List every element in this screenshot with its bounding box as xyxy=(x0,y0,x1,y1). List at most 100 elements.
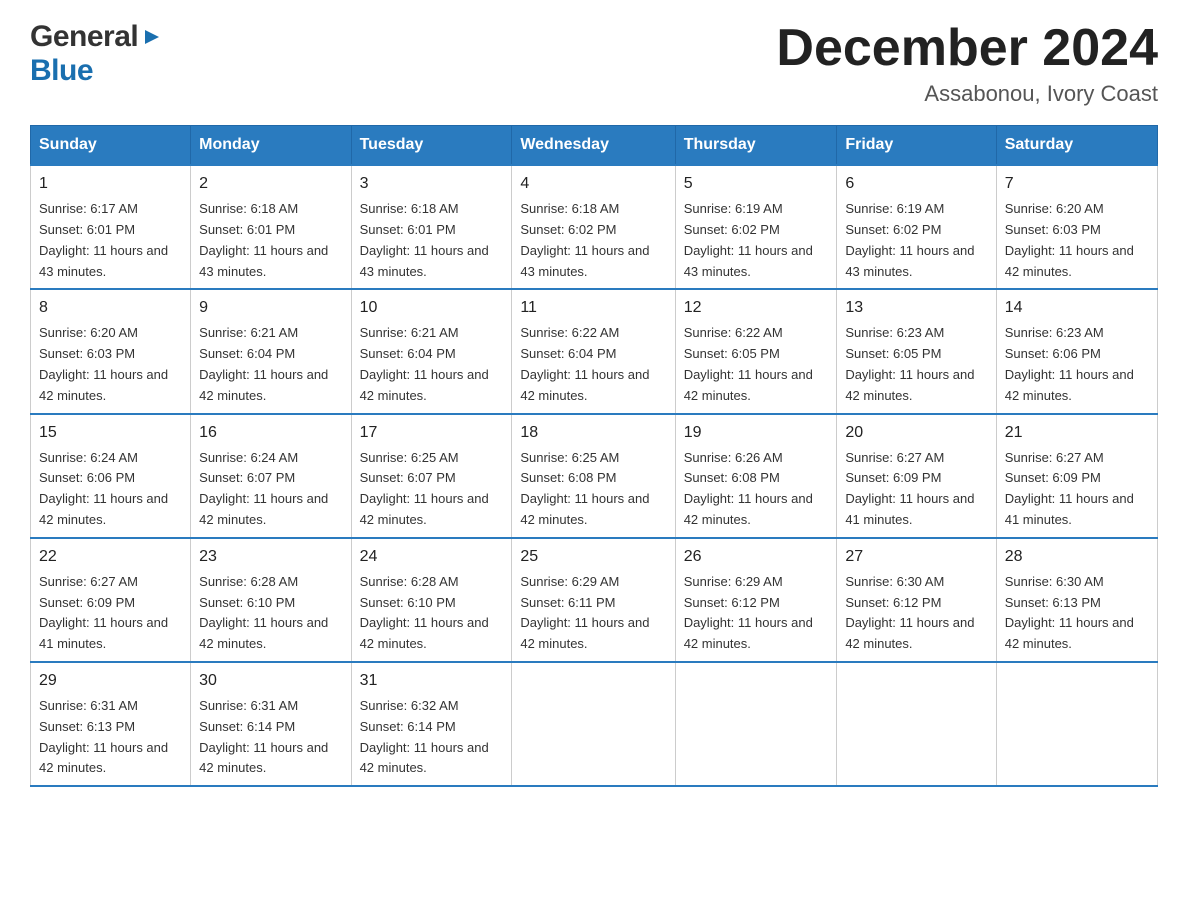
day-number: 3 xyxy=(360,172,504,196)
table-row: 10 Sunrise: 6:21 AMSunset: 6:04 PMDayligh… xyxy=(351,289,512,413)
day-info: Sunrise: 6:18 AMSunset: 6:01 PMDaylight:… xyxy=(360,201,489,278)
day-info: Sunrise: 6:22 AMSunset: 6:04 PMDaylight:… xyxy=(520,325,649,402)
day-number: 7 xyxy=(1005,172,1149,196)
calendar-table: Sunday Monday Tuesday Wednesday Thursday… xyxy=(30,125,1158,787)
table-row: 2 Sunrise: 6:18 AMSunset: 6:01 PMDaylight… xyxy=(191,165,351,289)
table-row: 4Sunrise: 6:18 AMSunset: 6:02 PMDaylight… xyxy=(512,165,675,289)
table-row: 12Sunrise: 6:22 AMSunset: 6:05 PMDayligh… xyxy=(675,289,837,413)
day-info: Sunrise: 6:29 AMSunset: 6:12 PMDaylight:… xyxy=(684,574,813,651)
header-saturday: Saturday xyxy=(996,126,1157,166)
day-info: Sunrise: 6:25 AMSunset: 6:08 PMDaylight:… xyxy=(520,450,649,527)
table-row xyxy=(837,662,996,786)
table-row: 24 Sunrise: 6:28 AMSunset: 6:10 PMDayligh… xyxy=(351,538,512,662)
table-row xyxy=(675,662,837,786)
day-number: 12 xyxy=(684,296,829,320)
day-number: 17 xyxy=(360,421,504,445)
calendar-week-3: 15 Sunrise: 6:24 AMSunset: 6:06 PMDayligh… xyxy=(31,414,1158,538)
logo-blue-text: Blue xyxy=(30,54,93,88)
logo-general-text: General xyxy=(30,20,138,54)
day-number: 11 xyxy=(520,296,666,320)
header-monday: Monday xyxy=(191,126,351,166)
day-number: 25 xyxy=(520,545,666,569)
table-row: 31 Sunrise: 6:32 AMSunset: 6:14 PMDayligh… xyxy=(351,662,512,786)
table-row: 23Sunrise: 6:28 AMSunset: 6:10 PMDayligh… xyxy=(191,538,351,662)
day-info: Sunrise: 6:18 AMSunset: 6:01 PMDaylight:… xyxy=(199,201,328,278)
day-info: Sunrise: 6:27 AMSunset: 6:09 PMDaylight:… xyxy=(1005,450,1134,527)
day-number: 16 xyxy=(199,421,342,445)
table-row xyxy=(512,662,675,786)
day-number: 15 xyxy=(39,421,182,445)
day-info: Sunrise: 6:24 AMSunset: 6:06 PMDaylight:… xyxy=(39,450,168,527)
table-row: 20Sunrise: 6:27 AMSunset: 6:09 PMDayligh… xyxy=(837,414,996,538)
day-number: 27 xyxy=(845,545,987,569)
table-row: 13 Sunrise: 6:23 AMSunset: 6:05 PMDayligh… xyxy=(837,289,996,413)
day-number: 29 xyxy=(39,669,182,693)
day-number: 5 xyxy=(684,172,829,196)
day-info: Sunrise: 6:30 AMSunset: 6:12 PMDaylight:… xyxy=(845,574,974,651)
day-info: Sunrise: 6:26 AMSunset: 6:08 PMDaylight:… xyxy=(684,450,813,527)
day-info: Sunrise: 6:20 AMSunset: 6:03 PMDaylight:… xyxy=(39,325,168,402)
table-row: 14Sunrise: 6:23 AMSunset: 6:06 PMDayligh… xyxy=(996,289,1157,413)
table-row: 26Sunrise: 6:29 AMSunset: 6:12 PMDayligh… xyxy=(675,538,837,662)
table-row: 15 Sunrise: 6:24 AMSunset: 6:06 PMDayligh… xyxy=(31,414,191,538)
day-number: 18 xyxy=(520,421,666,445)
day-number: 30 xyxy=(199,669,342,693)
calendar-header-row: Sunday Monday Tuesday Wednesday Thursday… xyxy=(31,126,1158,166)
day-info: Sunrise: 6:31 AMSunset: 6:13 PMDaylight:… xyxy=(39,698,168,775)
table-row: 8 Sunrise: 6:20 AMSunset: 6:03 PMDaylight… xyxy=(31,289,191,413)
page-header: General Blue December 2024 Assabonou, Iv… xyxy=(30,20,1158,107)
logo-arrow-icon xyxy=(141,26,163,48)
table-row: 30 Sunrise: 6:31 AMSunset: 6:14 PMDayligh… xyxy=(191,662,351,786)
title-section: December 2024 Assabonou, Ivory Coast xyxy=(776,20,1158,107)
day-number: 6 xyxy=(845,172,987,196)
day-info: Sunrise: 6:19 AMSunset: 6:02 PMDaylight:… xyxy=(845,201,974,278)
logo: General Blue xyxy=(30,20,163,88)
header-wednesday: Wednesday xyxy=(512,126,675,166)
table-row: 27 Sunrise: 6:30 AMSunset: 6:12 PMDayligh… xyxy=(837,538,996,662)
day-info: Sunrise: 6:28 AMSunset: 6:10 PMDaylight:… xyxy=(360,574,489,651)
table-row: 11 Sunrise: 6:22 AMSunset: 6:04 PMDayligh… xyxy=(512,289,675,413)
day-number: 19 xyxy=(684,421,829,445)
day-number: 24 xyxy=(360,545,504,569)
month-title: December 2024 xyxy=(776,20,1158,77)
calendar-week-4: 22 Sunrise: 6:27 AMSunset: 6:09 PMDayligh… xyxy=(31,538,1158,662)
day-number: 13 xyxy=(845,296,987,320)
table-row: 29 Sunrise: 6:31 AMSunset: 6:13 PMDayligh… xyxy=(31,662,191,786)
day-number: 8 xyxy=(39,296,182,320)
day-info: Sunrise: 6:23 AMSunset: 6:06 PMDaylight:… xyxy=(1005,325,1134,402)
day-number: 28 xyxy=(1005,545,1149,569)
day-number: 31 xyxy=(360,669,504,693)
header-tuesday: Tuesday xyxy=(351,126,512,166)
day-info: Sunrise: 6:24 AMSunset: 6:07 PMDaylight:… xyxy=(199,450,328,527)
calendar-week-5: 29 Sunrise: 6:31 AMSunset: 6:13 PMDayligh… xyxy=(31,662,1158,786)
table-row: 5 Sunrise: 6:19 AMSunset: 6:02 PMDaylight… xyxy=(675,165,837,289)
table-row xyxy=(996,662,1157,786)
day-info: Sunrise: 6:32 AMSunset: 6:14 PMDaylight:… xyxy=(360,698,489,775)
table-row: 3 Sunrise: 6:18 AMSunset: 6:01 PMDaylight… xyxy=(351,165,512,289)
day-info: Sunrise: 6:19 AMSunset: 6:02 PMDaylight:… xyxy=(684,201,813,278)
table-row: 17Sunrise: 6:25 AMSunset: 6:07 PMDayligh… xyxy=(351,414,512,538)
table-row: 7Sunrise: 6:20 AMSunset: 6:03 PMDaylight… xyxy=(996,165,1157,289)
day-info: Sunrise: 6:23 AMSunset: 6:05 PMDaylight:… xyxy=(845,325,974,402)
table-row: 22 Sunrise: 6:27 AMSunset: 6:09 PMDayligh… xyxy=(31,538,191,662)
day-info: Sunrise: 6:27 AMSunset: 6:09 PMDaylight:… xyxy=(845,450,974,527)
header-friday: Friday xyxy=(837,126,996,166)
day-info: Sunrise: 6:30 AMSunset: 6:13 PMDaylight:… xyxy=(1005,574,1134,651)
day-number: 21 xyxy=(1005,421,1149,445)
calendar-week-1: 1Sunrise: 6:17 AMSunset: 6:01 PMDaylight… xyxy=(31,165,1158,289)
day-number: 10 xyxy=(360,296,504,320)
table-row: 9 Sunrise: 6:21 AMSunset: 6:04 PMDaylight… xyxy=(191,289,351,413)
day-info: Sunrise: 6:29 AMSunset: 6:11 PMDaylight:… xyxy=(520,574,649,651)
day-info: Sunrise: 6:21 AMSunset: 6:04 PMDaylight:… xyxy=(199,325,328,402)
table-row: 16 Sunrise: 6:24 AMSunset: 6:07 PMDayligh… xyxy=(191,414,351,538)
day-number: 4 xyxy=(520,172,666,196)
day-info: Sunrise: 6:27 AMSunset: 6:09 PMDaylight:… xyxy=(39,574,168,651)
day-info: Sunrise: 6:21 AMSunset: 6:04 PMDaylight:… xyxy=(360,325,489,402)
day-number: 22 xyxy=(39,545,182,569)
table-row: 19 Sunrise: 6:26 AMSunset: 6:08 PMDayligh… xyxy=(675,414,837,538)
day-info: Sunrise: 6:31 AMSunset: 6:14 PMDaylight:… xyxy=(199,698,328,775)
day-number: 9 xyxy=(199,296,342,320)
day-number: 2 xyxy=(199,172,342,196)
header-thursday: Thursday xyxy=(675,126,837,166)
table-row: 6 Sunrise: 6:19 AMSunset: 6:02 PMDaylight… xyxy=(837,165,996,289)
